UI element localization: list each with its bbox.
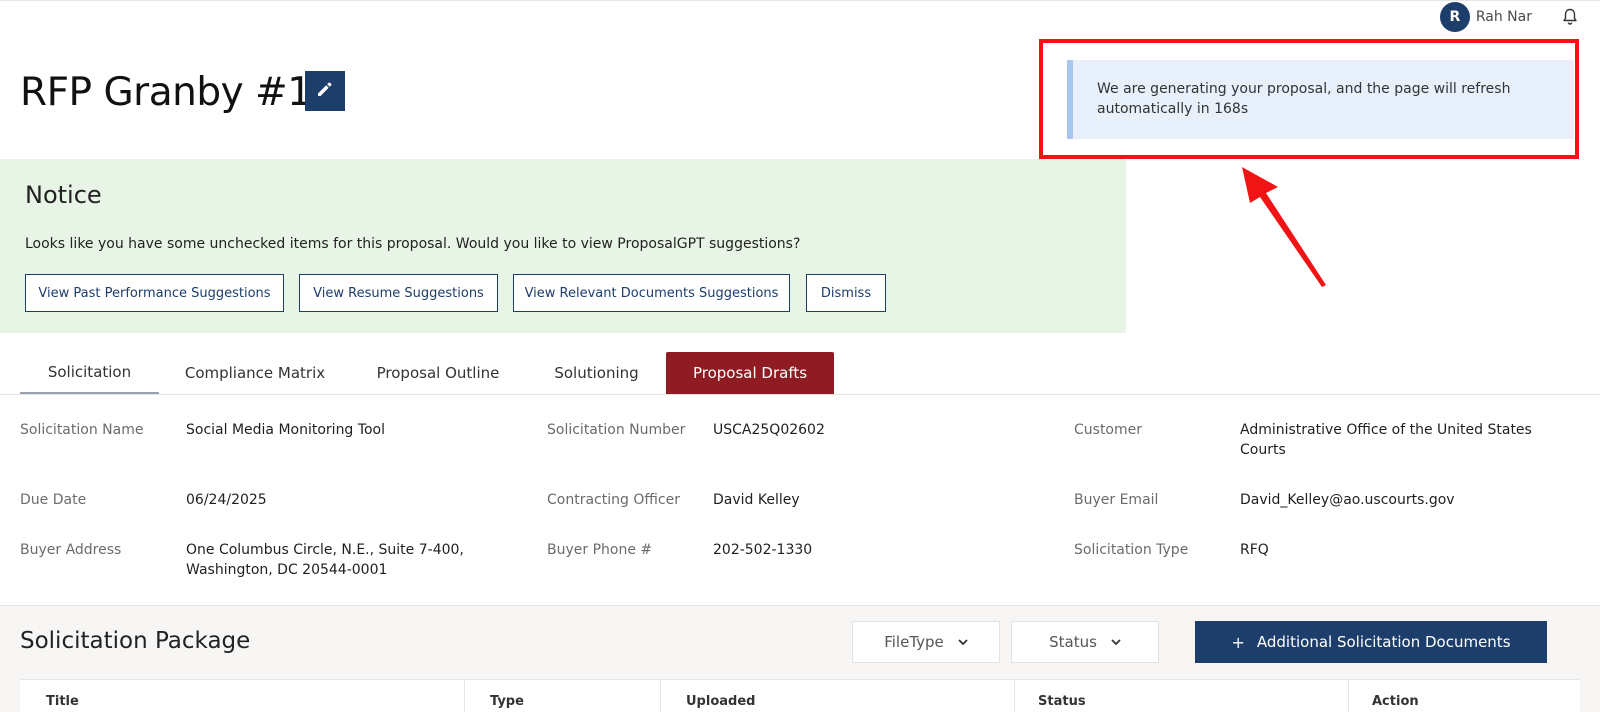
solicitation-type-label: Solicitation Type [1074,542,1189,558]
edit-title-button[interactable] [305,71,345,111]
customer-value: Administrative Office of the United Stat… [1240,422,1532,458]
user-name[interactable]: Rah Nar [1476,9,1532,25]
tab-proposal-drafts[interactable]: Proposal Drafts [666,352,834,394]
user-bar: R Rah Nar [1439,2,1578,32]
pointer-arrow-icon [1242,167,1326,287]
top-divider [0,0,1600,1]
filetype-filter[interactable]: FileType [852,621,1000,663]
buyer-address-value: One Columbus Circle, N.E., Suite 7-400, … [186,542,464,578]
bell-icon[interactable] [1562,8,1578,26]
tabs-divider [0,394,1600,395]
filetype-filter-label: FileType [884,633,944,651]
view-past-performance-button[interactable]: View Past Performance Suggestions [25,274,284,312]
pencil-icon [315,79,335,103]
buyer-email-value: David_Kelley@ao.uscourts.gov [1240,492,1455,508]
solicitation-type-value: RFQ [1240,542,1269,558]
add-button-label: Additional Solicitation Documents [1256,633,1511,651]
notice-panel: Notice Looks like you have some unchecke… [0,159,1126,333]
column-title[interactable]: Title [46,694,79,709]
notice-text: Looks like you have some unchecked items… [25,236,801,252]
buyer-phone-label: Buyer Phone # [547,542,653,558]
column-type[interactable]: Type [490,694,524,709]
add-solicitation-documents-button[interactable]: + Additional Solicitation Documents [1195,621,1547,663]
package-title: Solicitation Package [20,628,251,654]
column-status[interactable]: Status [1038,694,1086,709]
contracting-officer-value: David Kelley [713,492,800,508]
notice-title: Notice [25,181,102,209]
view-resume-button[interactable]: View Resume Suggestions [299,274,498,312]
chevron-down-icon [1111,638,1121,646]
column-divider [1014,680,1015,712]
documents-table-header: Title Type Uploaded Status Action [20,679,1580,712]
contracting-officer-label: Contracting Officer [547,492,680,508]
avatar[interactable]: R [1439,2,1470,32]
generation-alert: We are generating your proposal, and the… [1067,60,1574,139]
tab-solutioning[interactable]: Solutioning [545,352,648,394]
status-filter-label: Status [1049,633,1097,651]
buyer-email-label: Buyer Email [1074,492,1159,508]
solicitation-name-value: Social Media Monitoring Tool [186,422,385,438]
view-relevant-documents-button[interactable]: View Relevant Documents Suggestions [513,274,790,312]
tab-proposal-outline[interactable]: Proposal Outline [367,352,509,394]
buyer-address-label: Buyer Address [20,542,122,558]
solicitation-name-label: Solicitation Name [20,422,144,438]
buyer-phone-value: 202-502-1330 [713,542,813,558]
due-date-value: 06/24/2025 [186,492,267,508]
solicitation-number-value: USCA25Q02602 [713,422,825,438]
column-action[interactable]: Action [1372,694,1419,709]
plus-icon: + [1231,632,1245,652]
solicitation-number-label: Solicitation Number [547,422,686,438]
column-divider [464,680,465,712]
customer-label: Customer [1074,422,1143,438]
tab-compliance-matrix[interactable]: Compliance Matrix [176,352,334,394]
chevron-down-icon [958,638,968,646]
column-divider [660,680,661,712]
dismiss-button[interactable]: Dismiss [806,274,886,312]
column-uploaded[interactable]: Uploaded [686,694,755,709]
tab-solicitation[interactable]: Solicitation [20,352,159,394]
column-divider [1348,680,1349,712]
status-filter[interactable]: Status [1011,621,1159,663]
due-date-label: Due Date [20,492,87,508]
page-title: RFP Granby #1 [20,70,312,115]
